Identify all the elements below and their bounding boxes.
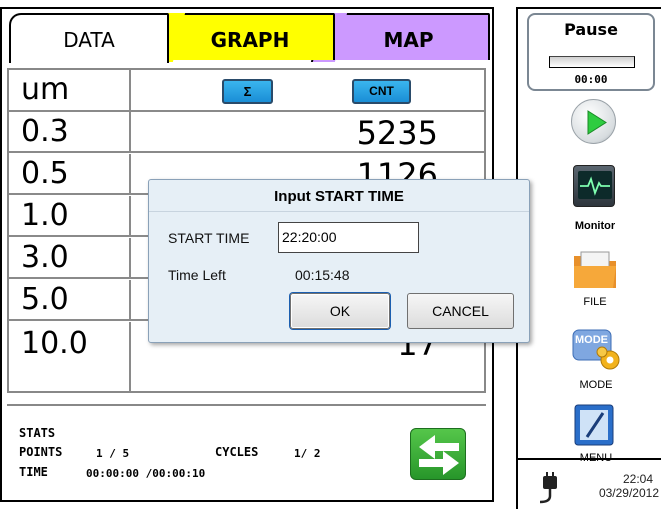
size-cell: 0.5 [9,154,131,193]
menu-icon [574,404,614,446]
pause-time: 00:00 [574,73,608,86]
tab-graph[interactable]: GRAPH [165,13,335,60]
sum-button[interactable]: Σ [222,79,273,104]
play-icon [587,110,607,135]
pause-label: Pause [564,20,618,39]
folder-icon [574,251,616,288]
table-header-row: um Σ CNT [9,70,484,112]
mode-icon-text: MODE [575,334,608,346]
monitor-label: Monitor [574,220,616,232]
start-time-input[interactable]: 22:20:00 [278,222,419,253]
tab-graph-label: GRAPH [210,28,290,52]
file-button[interactable] [571,248,619,292]
points-value: 1 / 5 [96,447,130,460]
tab-map[interactable]: MAP [327,13,490,60]
time-left-label: Time Left [168,267,226,283]
power-plug-icon [539,472,557,504]
dialog-title: Input START TIME [149,180,529,212]
cancel-button[interactable]: CANCEL [407,293,514,329]
clock-time: 22:04 [622,472,653,486]
pause-panel[interactable]: Pause 00:00 [527,13,655,91]
heartbeat-icon [578,171,612,199]
monitor-button[interactable] [573,165,615,207]
file-label: FILE [583,296,607,308]
swap-arrows-icon [419,435,459,475]
cycles-value: 1/ 2 [294,447,321,460]
size-cell: 3.0 [9,238,131,277]
ok-button[interactable]: OK [290,293,390,329]
points-label: POINTS [19,445,63,459]
time-value: 00:00:00 /00:00:10 [86,467,206,480]
size-cell: 1.0 [9,196,131,235]
size-cell: 10.0 [9,322,131,392]
play-button[interactable] [571,99,616,144]
start-time-label: START TIME [168,230,250,246]
count-button[interactable]: CNT [352,79,411,104]
count-cell: 5235 [356,114,438,152]
table-row: 0.3 5235 [9,112,484,153]
menu-button[interactable] [573,403,615,447]
tab-data[interactable]: DATA [9,13,169,63]
mode-label: MODE [579,379,613,391]
swap-arrows-button[interactable] [410,428,466,480]
clock-date: 03/29/2012 [598,486,659,500]
time-label: TIME [19,465,48,479]
size-cell: 0.3 [9,112,131,151]
tab-data-label: DATA [63,28,115,52]
mode-button[interactable]: MODE [572,328,622,372]
cycles-label: CYCLES [215,445,259,459]
pause-progress-bar [549,56,635,68]
size-cell: 5.0 [9,280,131,319]
size-column-header: um [9,70,131,110]
stats-title: STATS [19,426,56,440]
tab-map-label: MAP [383,28,434,52]
start-time-dialog: Input START TIME START TIME 22:20:00 Tim… [148,179,530,343]
clock-panel: 22:04 03/29/2012 [518,458,661,509]
time-left-value: 00:15:48 [295,267,350,283]
